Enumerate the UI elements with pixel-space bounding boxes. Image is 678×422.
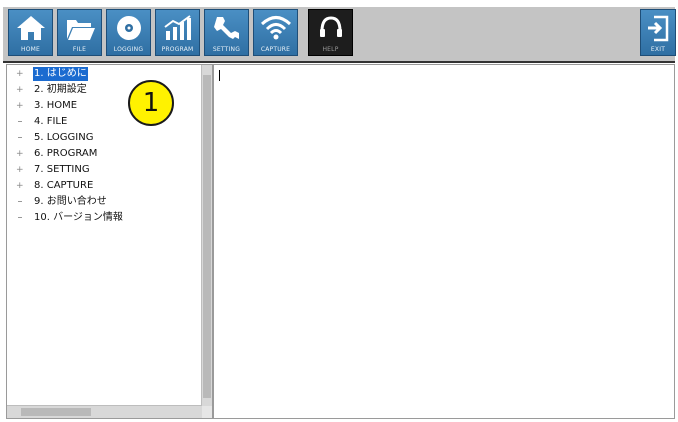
expand-icon[interactable]: + xyxy=(16,147,26,161)
tree-item-label: 4. FILE xyxy=(34,116,68,127)
tree-item-label: 5. LOGGING xyxy=(34,132,94,143)
tree-connector xyxy=(18,217,22,218)
tree-item-capture[interactable]: + 8. CAPTURE xyxy=(7,179,187,193)
scrollbar-thumb[interactable] xyxy=(203,75,211,398)
help-topics-tree-panel: + 1. はじめに + 2. 初期設定 + 3. HOME 4. FILE 5.… xyxy=(6,64,213,419)
tree-connector xyxy=(18,121,22,122)
tree-item-label: 10. バージョン情報 xyxy=(34,212,123,223)
annotation-badge: 1 xyxy=(128,80,174,126)
tree-item-introduction[interactable]: + 1. はじめに xyxy=(7,67,187,81)
disc-icon xyxy=(117,16,141,40)
home-button-label: HOME xyxy=(20,46,40,53)
tree-item-version-info[interactable]: 10. バージョン情報 xyxy=(7,211,187,225)
scrollbar-thumb[interactable] xyxy=(21,408,91,416)
wrench-icon xyxy=(214,17,239,39)
capture-button[interactable]: CAPTURE xyxy=(253,9,298,56)
program-button[interactable]: PROGRAM xyxy=(155,9,200,56)
chart-icon xyxy=(164,15,191,40)
tree-connector xyxy=(18,201,22,202)
tree-item-program[interactable]: + 6. PROGRAM xyxy=(7,147,187,161)
expand-icon[interactable]: + xyxy=(16,99,26,113)
tree-item-label: 8. CAPTURE xyxy=(34,180,94,191)
toolbar: HOME FILE LOGGING PROGRAM SETTING CAPTUR… xyxy=(0,0,678,64)
tree-item-label: 9. お問い合わせ xyxy=(34,196,107,207)
tree-item-contact[interactable]: 9. お問い合わせ xyxy=(7,195,187,209)
program-button-label: PROGRAM xyxy=(161,46,194,53)
tree-connector xyxy=(18,137,22,138)
text-caret xyxy=(219,70,220,81)
tree-horizontal-scrollbar[interactable] xyxy=(7,405,202,418)
help-topics-tree: + 1. はじめに + 2. 初期設定 + 3. HOME 4. FILE 5.… xyxy=(7,65,202,406)
exit-button[interactable]: EXIT xyxy=(640,9,676,56)
home-button[interactable]: HOME xyxy=(8,9,53,56)
wifi-icon xyxy=(260,16,292,40)
headset-icon xyxy=(320,16,342,37)
home-icon xyxy=(17,16,45,40)
tree-item-label: 1. はじめに xyxy=(33,67,88,81)
tree-item-label: 2. 初期設定 xyxy=(34,84,87,95)
expand-icon[interactable]: + xyxy=(16,163,26,177)
tree-item-label: 3. HOME xyxy=(34,100,78,111)
help-content-panel[interactable] xyxy=(213,64,675,419)
scrollbar-corner xyxy=(202,406,212,418)
capture-button-label: CAPTURE xyxy=(260,46,291,53)
expand-icon[interactable]: + xyxy=(16,67,26,81)
help-button-label: HELP xyxy=(322,46,339,53)
tree-item-logging[interactable]: 5. LOGGING xyxy=(7,131,187,145)
exit-icon xyxy=(648,15,669,42)
tree-vertical-scrollbar[interactable] xyxy=(201,65,212,406)
logging-button[interactable]: LOGGING xyxy=(106,9,151,56)
tree-item-label: 6. PROGRAM xyxy=(34,148,98,159)
setting-button[interactable]: SETTING xyxy=(204,9,249,56)
file-button-label: FILE xyxy=(72,46,87,53)
expand-icon[interactable]: + xyxy=(16,179,26,193)
tree-item-setting[interactable]: + 7. SETTING xyxy=(7,163,187,177)
folder-icon xyxy=(67,20,95,40)
tree-item-label: 7. SETTING xyxy=(34,164,90,175)
file-button[interactable]: FILE xyxy=(57,9,102,56)
expand-icon[interactable]: + xyxy=(16,83,26,97)
exit-button-label: EXIT xyxy=(650,46,666,53)
logging-button-label: LOGGING xyxy=(113,46,144,53)
help-button[interactable]: HELP xyxy=(308,9,353,56)
setting-button-label: SETTING xyxy=(212,46,241,53)
